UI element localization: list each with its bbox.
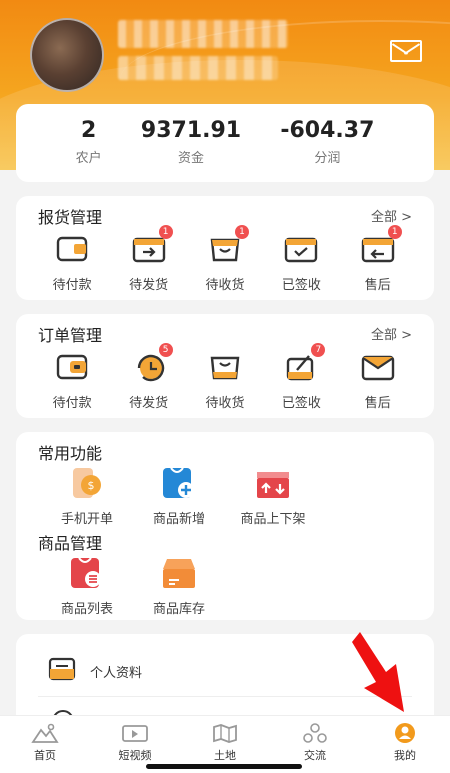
- stat-value: -604.37: [280, 118, 375, 143]
- home-indicator: [146, 764, 302, 769]
- report-after-sales[interactable]: 1 售后: [343, 225, 413, 293]
- shopping-bag-icon: [205, 350, 245, 384]
- orders-card: 订单管理 全部 > 待付款 5 待发货 待收货 7 已签收 售后: [16, 314, 434, 418]
- nav-label: 交流: [304, 749, 326, 762]
- icon-label: 待发货: [129, 396, 169, 411]
- icon-label: 商品上下架: [240, 512, 306, 527]
- profile-card-icon: [48, 657, 76, 683]
- function-shelf[interactable]: 商品上下架: [230, 466, 316, 527]
- function-phone-bill[interactable]: $ 手机开单: [52, 466, 122, 527]
- nav-label: 首页: [34, 749, 56, 762]
- envelope-icon: [358, 350, 398, 384]
- return-box-icon: 1: [358, 225, 402, 266]
- shelf-icon: [253, 466, 293, 500]
- product-add-icon: [161, 466, 197, 500]
- badge: 1: [158, 225, 173, 239]
- ship-box-icon: 1: [129, 225, 173, 266]
- stat-funds[interactable]: 9371.91 资金: [141, 118, 241, 182]
- orders-title: 订单管理: [38, 326, 103, 345]
- sign-pen-icon: 7: [281, 343, 326, 384]
- land-map-icon: [211, 722, 239, 744]
- nav-label: 短视频: [118, 749, 152, 762]
- icon-label: 商品新增: [152, 512, 205, 527]
- stat-value: 9371.91: [140, 118, 242, 143]
- goods-stock[interactable]: 商品库存: [144, 556, 214, 617]
- stat-farmers[interactable]: 2 农户: [76, 118, 102, 182]
- badge: 5: [158, 343, 173, 357]
- nav-label: 土地: [214, 749, 236, 762]
- icon-label: 待收货: [205, 278, 245, 293]
- avatar[interactable]: [30, 18, 104, 92]
- icon-label: 手机开单: [60, 512, 113, 527]
- orders-after-sales[interactable]: 售后: [343, 350, 413, 411]
- video-icon: [121, 722, 149, 744]
- mail-icon[interactable]: [390, 40, 422, 62]
- phone-bill-icon: $: [69, 466, 105, 500]
- report-pending-shipment[interactable]: 1 待发货: [114, 225, 184, 293]
- orders-pending-receipt[interactable]: 待收货: [190, 350, 260, 411]
- goods-title: 商品管理: [38, 534, 103, 553]
- wallet-icon: [52, 232, 92, 266]
- nav-home[interactable]: 首页: [0, 716, 90, 773]
- icon-label: 待发货: [129, 278, 169, 293]
- icon-label: 售后: [364, 278, 391, 293]
- report-title: 报货管理: [38, 208, 103, 227]
- icon-label: 已签收: [281, 278, 321, 293]
- user-info-blurred: [118, 56, 278, 80]
- orders-view-all[interactable]: 全部 >: [371, 324, 412, 343]
- icon-label: 待收货: [205, 396, 245, 411]
- profile-info-label: 个人资料: [90, 666, 143, 681]
- badge: 7: [311, 343, 326, 357]
- icon-label: 待付款: [52, 278, 92, 293]
- stat-label: 农户: [75, 151, 102, 166]
- icon-label: 售后: [364, 396, 391, 411]
- report-pending-payment[interactable]: 待付款: [37, 232, 107, 293]
- functions-card: 常用功能 $ 手机开单 商品新增 商品上下架 商品管理 商品列表 商品库存: [16, 432, 434, 620]
- function-product-add[interactable]: 商品新增: [144, 466, 214, 527]
- functions-title: 常用功能: [38, 444, 103, 463]
- orders-pending-shipment[interactable]: 5 待发货: [114, 343, 184, 411]
- svg-text:$: $: [88, 479, 95, 492]
- red-arrow-annotation: [352, 632, 404, 712]
- community-icon: [301, 722, 329, 744]
- report-card: 报货管理 全部 > 待付款 1 待发货 1 待收货 已签收 1 售后: [16, 196, 434, 300]
- shopping-bag-icon: 1: [205, 225, 249, 266]
- stats-card: 2 农户 9371.91 资金 -604.37 分润: [16, 104, 434, 182]
- user-name-blurred: [118, 20, 288, 48]
- stat-profit-share[interactable]: -604.37 分润: [280, 118, 374, 182]
- badge: 1: [387, 225, 402, 239]
- report-pending-receipt[interactable]: 1 待收货: [190, 225, 260, 293]
- orders-pending-payment[interactable]: 待付款: [37, 350, 107, 411]
- clock-icon: 5: [129, 343, 173, 384]
- icon-label: 已签收: [281, 396, 321, 411]
- stat-label: 分润: [314, 151, 341, 166]
- icon-label: 商品库存: [152, 602, 205, 617]
- icon-label: 待付款: [52, 396, 92, 411]
- report-view-all[interactable]: 全部 >: [371, 206, 412, 225]
- product-list-icon: [69, 556, 105, 590]
- profile-icon: [391, 722, 419, 744]
- icon-label: 商品列表: [60, 602, 113, 617]
- nav-mine[interactable]: 我的: [360, 716, 450, 773]
- nav-label: 我的: [394, 749, 416, 762]
- badge: 1: [234, 225, 249, 239]
- goods-product-list[interactable]: 商品列表: [52, 556, 122, 617]
- stock-icon: [159, 556, 199, 590]
- signed-box-icon: [281, 232, 321, 266]
- wallet-icon: [52, 350, 92, 384]
- home-icon: [31, 722, 59, 744]
- report-signed[interactable]: 已签收: [266, 232, 336, 293]
- orders-signed[interactable]: 7 已签收: [266, 343, 336, 411]
- stat-value: 2: [80, 118, 97, 143]
- stat-label: 资金: [177, 151, 204, 166]
